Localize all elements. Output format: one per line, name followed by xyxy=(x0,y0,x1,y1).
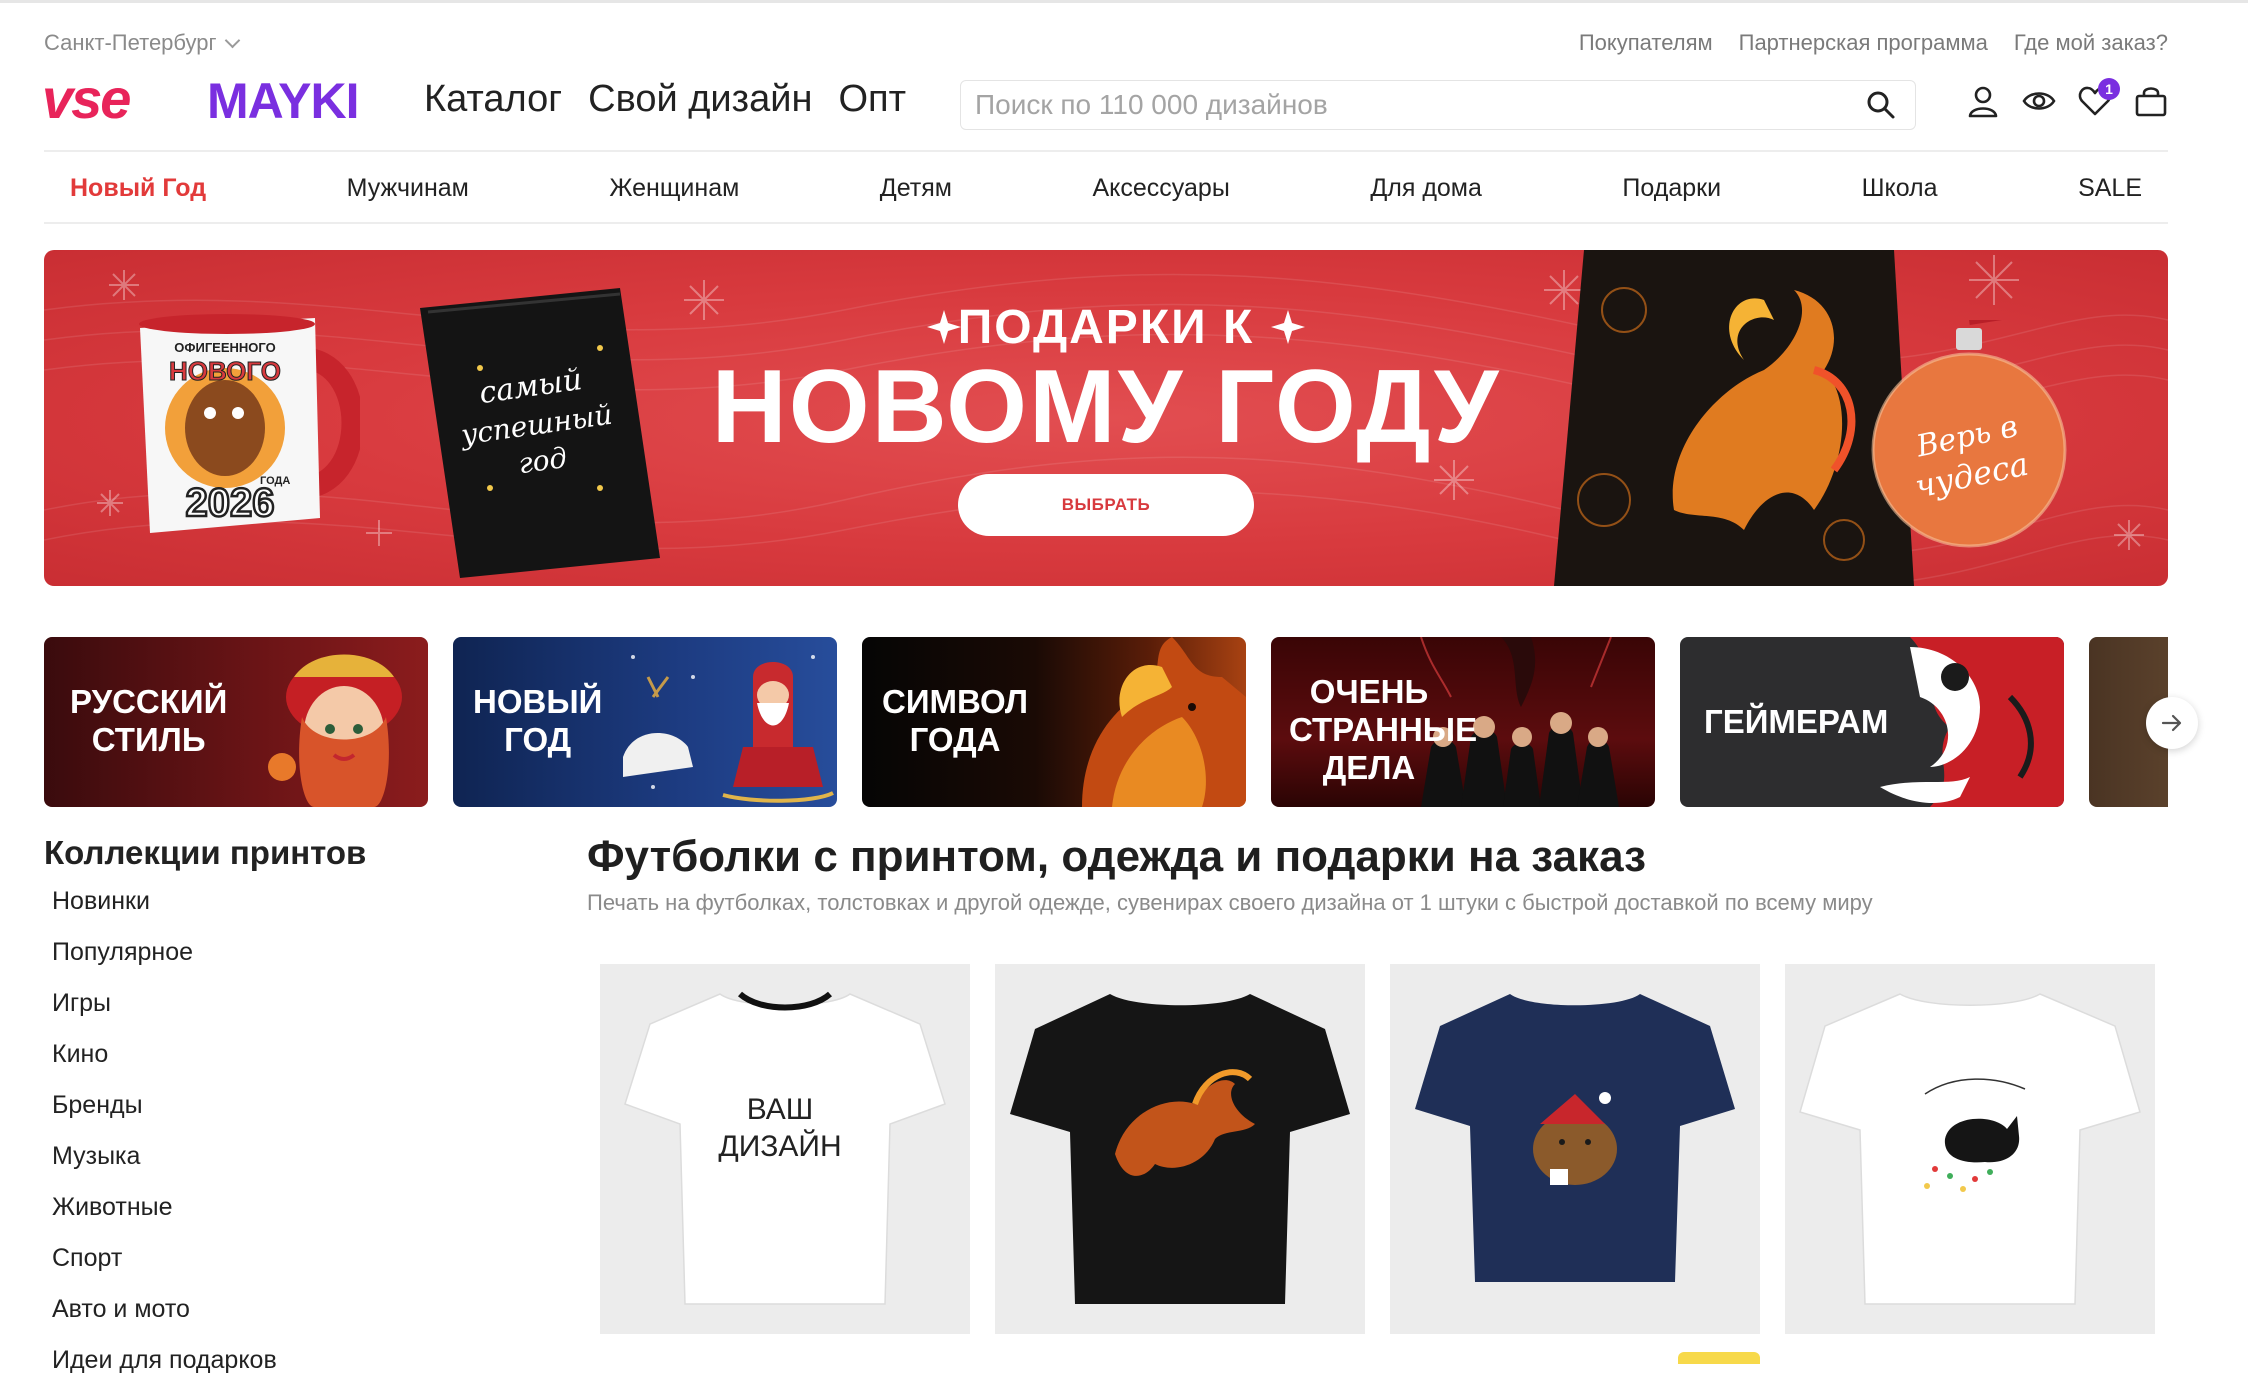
category-accessories[interactable]: Аксессуары xyxy=(1093,174,1230,203)
category-divider xyxy=(44,222,2168,224)
collections-carousel: РУССКИЙ СТИЛЬ НОВЫЙ ГОД СИМВОЛ ГОДА ОЧЕН… xyxy=(44,637,2168,807)
tshirt-black-horse-image xyxy=(1010,994,1350,1304)
category-nav: Новый Год Мужчинам Женщинам Детям Аксесс… xyxy=(44,174,2168,203)
arrow-right-icon xyxy=(2161,714,2182,732)
tshirt-white-image: ВАШ ДИЗАЙН xyxy=(624,991,946,1305)
header-divider xyxy=(44,150,2168,152)
collection-card-year-symbol[interactable]: СИМВОЛ ГОДА xyxy=(862,637,1246,807)
ornament-illustration: Верь в чудеса xyxy=(1871,320,2067,548)
category-women[interactable]: Женщинам xyxy=(609,174,739,203)
tshirt-white-cat-image xyxy=(1799,993,2141,1305)
collection-label: СИМВОЛ ГОДА xyxy=(882,683,1029,758)
product-card[interactable]: ВАШ ДИЗАЙН xyxy=(600,964,970,1334)
collection-label: РУССКИЙ СТИЛЬ xyxy=(70,683,228,758)
utility-links: Покупателям Партнерская программа Где мо… xyxy=(1579,30,2168,56)
nav-own-design[interactable]: Свой дизайн xyxy=(588,78,812,121)
sidebar-item-new[interactable]: Новинки xyxy=(52,884,277,935)
mug-year: 2026 xyxy=(186,481,275,525)
sidebar-item-auto-moto[interactable]: Авто и мото xyxy=(52,1292,277,1343)
category-sale[interactable]: SALE xyxy=(2078,174,2142,203)
user-icon[interactable] xyxy=(1966,82,2000,120)
bag-icon[interactable] xyxy=(2134,82,2168,120)
link-customers[interactable]: Покупателям xyxy=(1579,30,1713,56)
category-school[interactable]: Школа xyxy=(1862,174,1938,203)
product-print-text-line1: ВАШ xyxy=(747,1093,814,1126)
link-partner-program[interactable]: Партнерская программа xyxy=(1739,30,1988,56)
collection-label: ОЧЕНЬ СТРАННЫЕ ДЕЛА xyxy=(1289,673,1478,786)
carousel-next-button[interactable] xyxy=(2146,697,2198,749)
header-icons: 1 xyxy=(1966,78,2168,120)
category-gifts[interactable]: Подарки xyxy=(1622,174,1721,203)
sidebar-item-gift-ideas[interactable]: Идеи для подарков xyxy=(52,1343,277,1394)
sidebar-item-movies[interactable]: Кино xyxy=(52,1037,277,1088)
link-order-status[interactable]: Где мой заказ? xyxy=(2014,30,2168,56)
sidebar-item-games[interactable]: Игры xyxy=(52,986,277,1037)
collection-label: ГЕЙМЕРАМ xyxy=(1704,703,1889,740)
city-label: Санкт-Петербург xyxy=(44,30,217,55)
category-home[interactable]: Для дома xyxy=(1370,174,1482,203)
page-subtitle: Печать на футболках, толстовках и другой… xyxy=(587,890,1873,915)
hero-choose-button[interactable]: ВЫБРАТЬ xyxy=(958,474,1254,536)
sidebar-collections-list: Новинки Популярное Игры Кино Бренды Музы… xyxy=(52,884,277,1394)
chevron-down-icon xyxy=(224,32,240,48)
sidebar-title: Коллекции принтов xyxy=(44,834,367,871)
favorites-count-badge: 1 xyxy=(2098,78,2120,100)
logo-part2: MAYKI xyxy=(207,73,359,129)
collection-card-new-year[interactable]: НОВЫЙ ГОД xyxy=(453,637,837,807)
tshirt-navy-capybara-image xyxy=(1415,994,1735,1282)
collection-card-stranger-things[interactable]: ОЧЕНЬ СТРАННЫЕ ДЕЛА xyxy=(1271,637,1655,807)
product-card[interactable] xyxy=(995,964,1365,1334)
sidebar-item-animals[interactable]: Животные xyxy=(52,1190,277,1241)
search-bar xyxy=(960,80,1916,130)
nav-catalog[interactable]: Каталог xyxy=(424,78,562,121)
search-input[interactable] xyxy=(961,81,1861,129)
product-card[interactable] xyxy=(1785,964,2155,1334)
sidebar-item-music[interactable]: Музыка xyxy=(52,1139,277,1190)
collection-card-russian-style[interactable]: РУССКИЙ СТИЛЬ xyxy=(44,637,428,807)
city-selector[interactable]: Санкт-Петербург xyxy=(44,30,240,56)
top-divider xyxy=(0,0,2248,3)
eye-icon[interactable] xyxy=(2022,82,2056,120)
sidebar-item-sport[interactable]: Спорт xyxy=(52,1241,277,1292)
hero-banner[interactable]: ОФИГЕЕННОГО НОВОГО ГОДА 2026 самый успеш… xyxy=(44,250,2168,586)
main-nav: Каталог Свой дизайн Опт xyxy=(424,78,906,121)
collection-label: НОВЫЙ ГОД xyxy=(473,683,603,758)
promo-tag xyxy=(1678,1352,1760,1364)
product-card[interactable] xyxy=(1390,964,1760,1334)
site-logo[interactable]: vse MAYKI xyxy=(42,70,382,132)
page-title: Футболки с принтом, одежда и подарки на … xyxy=(587,832,1646,881)
category-new-year[interactable]: Новый Год xyxy=(70,174,206,203)
category-men[interactable]: Мужчинам xyxy=(347,174,469,203)
sidebar-item-brands[interactable]: Бренды xyxy=(52,1088,277,1139)
product-print-text-line2: ДИЗАЙН xyxy=(718,1129,841,1163)
collection-card-gamers[interactable]: ГЕЙМЕРАМ xyxy=(1680,637,2064,807)
heart-icon[interactable]: 1 xyxy=(2078,78,2120,120)
sidebar-item-popular[interactable]: Популярное xyxy=(52,935,277,986)
nav-wholesale[interactable]: Опт xyxy=(838,78,906,121)
logo-part1: vse xyxy=(42,70,130,130)
category-kids[interactable]: Детям xyxy=(880,174,952,203)
search-icon[interactable] xyxy=(1861,85,1901,125)
